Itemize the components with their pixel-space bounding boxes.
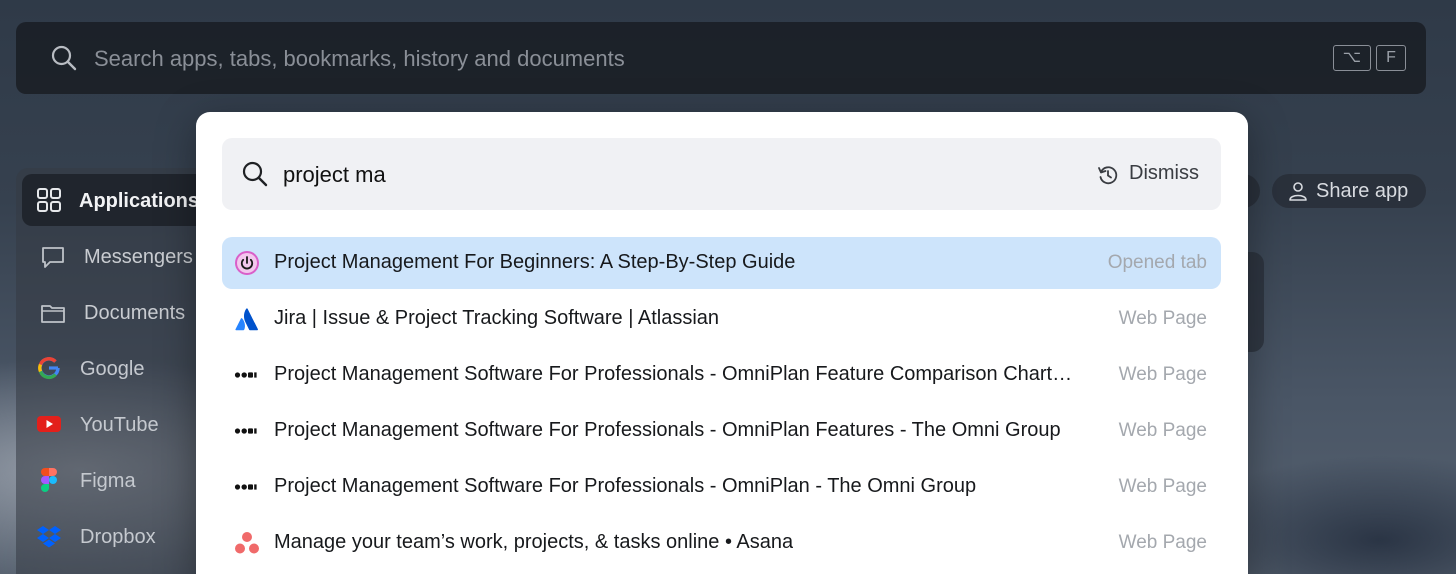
result-title: Project Management For Beginners: A Step… (274, 251, 796, 273)
result-title: Project Management Software For Professi… (274, 475, 977, 497)
result-type: Web Page (1118, 420, 1207, 441)
result-type: Opened tab (1107, 252, 1207, 273)
sidebar-item-label: Figma (80, 470, 136, 492)
global-search-bar[interactable]: Search apps, tabs, bookmarks, history an… (16, 22, 1426, 94)
grid-icon (37, 188, 61, 212)
search-query-text: project ma (283, 162, 386, 187)
power-icon (235, 251, 259, 275)
result-row[interactable]: Project Management Software For Professi… (222, 349, 1221, 401)
share-app-button[interactable]: Share app (1272, 174, 1426, 208)
figma-icon (41, 468, 57, 492)
sidebar-item-label: YouTube (80, 414, 159, 436)
sidebar-item-label: Applications (79, 190, 200, 212)
result-title: Project Management Software For Professi… (274, 419, 1061, 441)
result-type: Web Page (1118, 308, 1207, 329)
result-title: Project Management Software For Professi… (274, 363, 1073, 385)
sidebar-item-label: Messengers (84, 246, 193, 268)
result-row[interactable]: Project Management Software For Professi… (222, 461, 1221, 513)
result-row[interactable]: Project Management For Beginners: A Step… (222, 237, 1221, 289)
dropbox-icon (37, 526, 61, 548)
search-modal: project ma Dismiss Project Management Fo… (196, 112, 1248, 574)
youtube-icon (37, 416, 61, 432)
sidebar-item-label: Google (80, 358, 145, 380)
sidebar-item-label: Dropbox (80, 526, 156, 548)
shortcut-f-key: F (1376, 45, 1406, 71)
omni-group-icon (234, 484, 257, 490)
atlassian-icon (235, 308, 258, 331)
result-title: Jira | Issue & Project Tracking Software… (274, 307, 720, 329)
result-type: Web Page (1118, 476, 1207, 497)
search-icon (242, 161, 268, 187)
result-row[interactable]: Project Management Software For Professi… (222, 405, 1221, 457)
result-row[interactable]: Manage your team’s work, projects, & tas… (222, 517, 1221, 569)
asana-icon (235, 532, 259, 554)
omni-group-icon (234, 428, 257, 434)
shortcut-option-key: ⌥ (1333, 45, 1371, 71)
chat-bubble-icon (42, 247, 64, 268)
search-icon (51, 45, 77, 71)
modal-search-input[interactable]: project ma Dismiss (222, 138, 1221, 210)
result-type: Web Page (1118, 364, 1207, 385)
result-title: Manage your team’s work, projects, & tas… (274, 531, 794, 553)
history-icon (1098, 166, 1118, 185)
google-icon (38, 357, 60, 380)
global-search-placeholder: Search apps, tabs, bookmarks, history an… (94, 46, 625, 71)
result-type: Web Page (1118, 532, 1207, 553)
share-app-label: Share app (1316, 180, 1409, 202)
result-row[interactable]: Jira | Issue & Project Tracking Software… (222, 293, 1221, 345)
dismiss-label: Dismiss (1129, 162, 1199, 184)
dismiss-button[interactable]: Dismiss (1097, 162, 1201, 188)
sidebar-item-label: Documents (84, 302, 186, 324)
person-icon (1289, 182, 1307, 201)
folder-icon (41, 305, 65, 323)
omni-group-icon (234, 372, 257, 378)
